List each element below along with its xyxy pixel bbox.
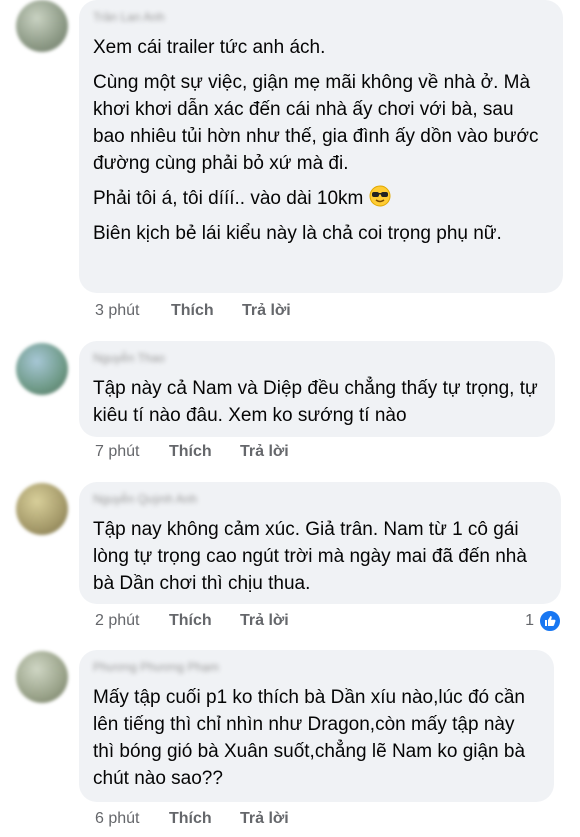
thumbs-up-icon — [538, 609, 562, 633]
reply-button[interactable]: Trả lời — [240, 441, 289, 463]
sunglasses-emoji-icon — [369, 185, 391, 207]
reply-button[interactable]: Trả lời — [240, 610, 289, 632]
timestamp[interactable]: 3 phút — [95, 300, 139, 322]
timestamp[interactable]: 2 phút — [95, 610, 139, 632]
comment-bubble: Nguyễn Quỳnh Anh Tập nay không cảm xúc. … — [79, 482, 561, 604]
like-button[interactable]: Thích — [169, 441, 212, 463]
comment-text-inline: Phải tôi á, tôi dííí.. vào dài 10km — [93, 188, 364, 209]
comment-text: Tập này cả Nam và Diệp đều chẳng thấy tự… — [93, 378, 538, 426]
comment-text: Mấy tập cuối p1 ko thích bà Dần xíu nào,… — [93, 687, 526, 789]
author-name[interactable]: Nguyễn Quỳnh Anh — [93, 492, 547, 506]
like-button[interactable]: Thích — [169, 610, 212, 632]
comment-text: Xem cái trailer tức anh ách. — [93, 37, 326, 58]
reply-button[interactable]: Trả lời — [240, 808, 289, 830]
reaction-count: 1 — [525, 612, 534, 629]
author-name[interactable]: Nguyễn Thao — [93, 351, 541, 365]
like-button[interactable]: Thích — [169, 808, 212, 830]
reply-button[interactable]: Trả lời — [242, 300, 291, 322]
avatar[interactable] — [16, 343, 68, 395]
author-name[interactable]: Phương Phương Phạm — [93, 660, 540, 674]
avatar[interactable] — [16, 483, 68, 535]
avatar[interactable] — [16, 0, 68, 52]
avatar[interactable] — [16, 651, 68, 703]
comment-text: Phải tôi á, tôi dííí.. vào dài 10km — [93, 185, 549, 212]
comment-bubble: Nguyễn Thao Tập này cả Nam và Diệp đều c… — [79, 341, 555, 437]
reaction-summary[interactable]: 1 — [525, 609, 562, 633]
timestamp[interactable]: 7 phút — [95, 441, 139, 463]
comment-bubble: Phương Phương Phạm Mấy tập cuối p1 ko th… — [79, 650, 554, 802]
like-button[interactable]: Thích — [171, 300, 214, 322]
comment-bubble: Trần Lan Anh Xem cái trailer tức anh ách… — [79, 0, 563, 293]
timestamp[interactable]: 6 phút — [95, 808, 139, 830]
author-name[interactable]: Trần Lan Anh — [93, 10, 549, 24]
comment-text: Biên kịch bẻ lái kiểu này là chả coi trọ… — [93, 223, 502, 244]
comment-text: Cùng một sự việc, giận mẹ mãi không về n… — [93, 72, 539, 174]
comment-text: Tập nay không cảm xúc. Giả trân. Nam từ … — [93, 519, 527, 594]
